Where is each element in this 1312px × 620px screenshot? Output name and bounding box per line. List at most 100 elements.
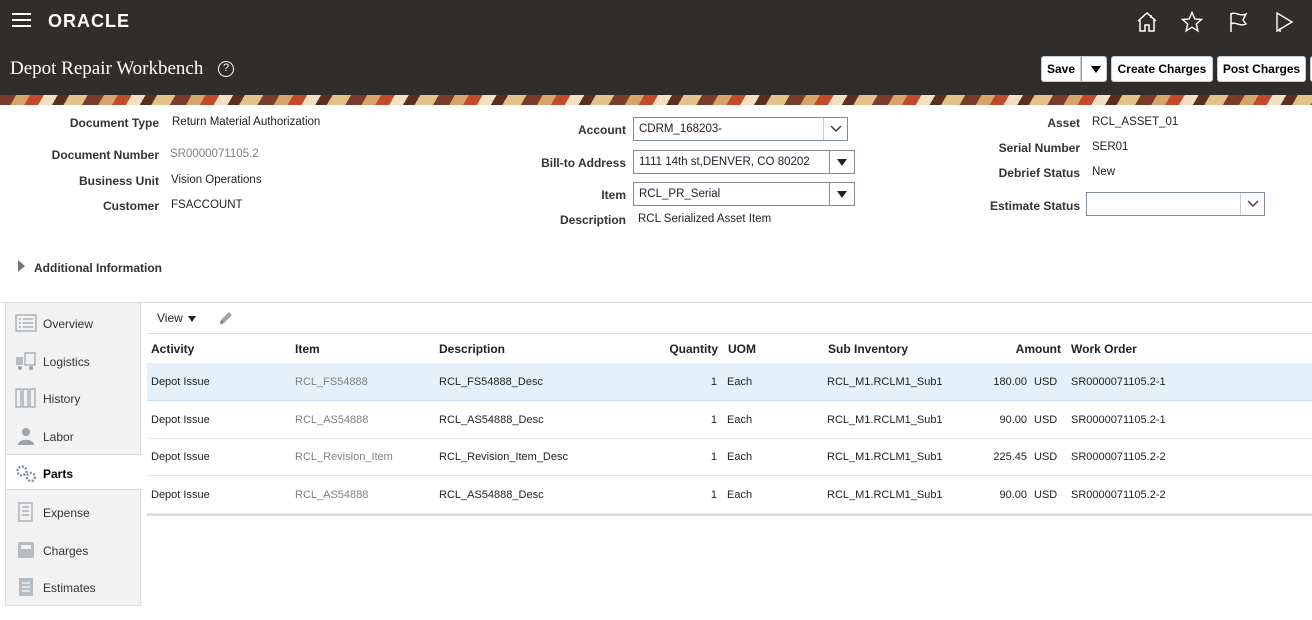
save-menu-button[interactable] — [1081, 56, 1107, 82]
table-row[interactable]: Depot Issue RCL_FS54888 RCL_FS54888_Desc… — [147, 363, 1312, 401]
activity-cell: Depot Issue — [151, 414, 210, 426]
page-header: Depot Repair Workbench ? Save Create Cha… — [0, 44, 1312, 95]
item-select-value: RCL_PR_Serial — [639, 188, 721, 200]
amount-cell: 225.45 — [993, 451, 1027, 463]
estimate-status-select[interactable] — [1086, 192, 1265, 216]
column-header-quantity[interactable]: Quantity — [618, 342, 718, 356]
nav-label: History — [43, 392, 81, 406]
chevron-down-icon[interactable] — [823, 118, 847, 140]
bill-to-address-value: 1111 14th st,DENVER, CO 80202 — [639, 156, 810, 168]
nav-item-history[interactable]: History — [6, 380, 141, 416]
oracle-logo[interactable]: ORACLE — [48, 11, 130, 32]
work-order-cell: SR0000071105.2-2 — [1071, 489, 1166, 501]
quantity-cell: 1 — [710, 489, 717, 501]
table-row[interactable]: Depot Issue RCL_AS54888 RCL_AS54888_Desc… — [147, 401, 1312, 439]
parts-icon — [15, 463, 37, 483]
star-icon[interactable] — [1180, 10, 1204, 34]
document-number-value: SR0000071105.2 — [170, 148, 259, 160]
nav-item-parts[interactable]: Parts — [6, 454, 143, 490]
nav-item-labor[interactable]: Labor — [6, 418, 141, 454]
column-header-work-order[interactable]: Work Order — [1071, 342, 1137, 356]
notifications-icon[interactable] — [1272, 10, 1296, 34]
document-number-label: Document Number — [51, 148, 159, 162]
global-header: ORACLE — [0, 0, 1312, 44]
column-header-sub-inventory[interactable]: Sub Inventory — [828, 342, 908, 356]
dropdown-arrow-icon[interactable] — [829, 151, 854, 173]
column-header-description[interactable]: Description — [439, 342, 505, 356]
business-unit-value: Vision Operations — [171, 174, 262, 186]
flag-icon[interactable] — [1227, 10, 1251, 34]
activity-cell: Depot Issue — [151, 489, 210, 501]
uom-cell: Each — [727, 489, 753, 501]
uom-cell: Each — [727, 451, 753, 463]
nav-label: Overview — [43, 317, 94, 331]
create-charges-button[interactable]: Create Charges — [1111, 56, 1213, 82]
description-value: RCL Serialized Asset Item — [638, 213, 772, 225]
edit-pencil-icon[interactable] — [217, 309, 235, 327]
quantity-cell: 1 — [710, 414, 717, 426]
description-cell: RCL_Revision_Item_Desc — [439, 451, 568, 463]
sub-inventory-cell: RCL_M1.RCLM1_Sub1 — [827, 451, 943, 463]
caret-down-icon — [187, 315, 196, 322]
serial-number-label: Serial Number — [998, 141, 1080, 155]
nav-item-logistics[interactable]: Logistics — [6, 343, 141, 379]
view-menu[interactable]: View — [157, 311, 196, 325]
expense-icon — [15, 502, 37, 522]
column-header-uom[interactable]: UOM — [728, 342, 756, 356]
nav-label: Labor — [43, 430, 74, 444]
description-cell: RCL_FS54888_Desc — [439, 376, 543, 388]
uom-cell: Each — [727, 376, 753, 388]
nav-label: Estimates — [43, 581, 96, 595]
sub-inventory-cell: RCL_M1.RCLM1_Sub1 — [827, 376, 943, 388]
serial-number-value: SER01 — [1092, 141, 1129, 153]
additional-information-label: Additional Information — [34, 261, 162, 275]
work-order-cell: SR0000071105.2-1 — [1071, 414, 1166, 426]
logistics-icon — [15, 351, 37, 371]
activity-cell: Depot Issue — [151, 376, 210, 388]
work-order-cell: SR0000071105.2-2 — [1071, 451, 1166, 463]
amount-cell: 90.00 — [999, 414, 1027, 426]
hamburger-icon[interactable] — [12, 13, 31, 29]
sub-inventory-cell: RCL_M1.RCLM1_Sub1 — [827, 489, 943, 501]
table-row[interactable]: Depot Issue RCL_AS54888 RCL_AS54888_Desc… — [147, 476, 1312, 514]
caret-down-icon — [1091, 66, 1101, 73]
chevron-down-icon[interactable] — [1240, 193, 1264, 215]
column-header-activity[interactable]: Activity — [151, 342, 194, 356]
table-row[interactable]: Depot Issue RCL_Revision_Item RCL_Revisi… — [147, 438, 1312, 476]
description-cell: RCL_AS54888_Desc — [439, 489, 544, 501]
column-header-amount[interactable]: Amount — [961, 342, 1061, 356]
bill-to-address-select[interactable]: 1111 14th st,DENVER, CO 80202 — [633, 150, 855, 174]
quantity-cell: 1 — [710, 451, 717, 463]
column-header-item[interactable]: Item — [295, 342, 320, 356]
view-menu-label: View — [157, 311, 183, 325]
post-charges-button[interactable]: Post Charges — [1217, 56, 1306, 82]
nav-item-expense[interactable]: Expense — [6, 494, 141, 530]
estimates-icon — [15, 577, 37, 597]
customer-label: Customer — [102, 199, 159, 213]
side-navigation: Overview Logistics History Labor Parts E… — [5, 302, 143, 606]
nav-item-estimates[interactable]: Estimates — [6, 569, 141, 605]
account-select[interactable]: CDRM_168203- — [633, 117, 848, 141]
table-bottom-border — [147, 514, 1312, 516]
disclosure-triangle-icon — [18, 260, 25, 272]
divider — [0, 302, 1312, 303]
debrief-status-label: Debrief Status — [998, 166, 1080, 180]
charges-icon — [15, 540, 37, 560]
sub-inventory-cell: RCL_M1.RCLM1_Sub1 — [827, 414, 943, 426]
item-select[interactable]: RCL_PR_Serial — [633, 182, 855, 206]
nav-item-charges[interactable]: Charges — [6, 532, 141, 568]
nav-item-overview[interactable]: Overview — [6, 305, 141, 341]
amount-cell: 90.00 — [999, 489, 1027, 501]
amount-cell: 180.00 — [993, 376, 1027, 388]
asset-value: RCL_ASSET_01 — [1092, 116, 1179, 128]
page-title: Depot Repair Workbench — [10, 58, 204, 79]
nav-label: Parts — [43, 467, 74, 481]
currency-cell: USD — [1034, 489, 1058, 501]
dropdown-arrow-icon[interactable] — [829, 183, 854, 205]
item-cell: RCL_Revision_Item — [295, 451, 393, 463]
save-button[interactable]: Save — [1041, 56, 1081, 82]
account-select-value: CDRM_168203- — [639, 123, 723, 135]
labor-icon — [15, 426, 37, 446]
help-icon[interactable]: ? — [218, 61, 234, 77]
home-icon[interactable] — [1135, 10, 1159, 34]
